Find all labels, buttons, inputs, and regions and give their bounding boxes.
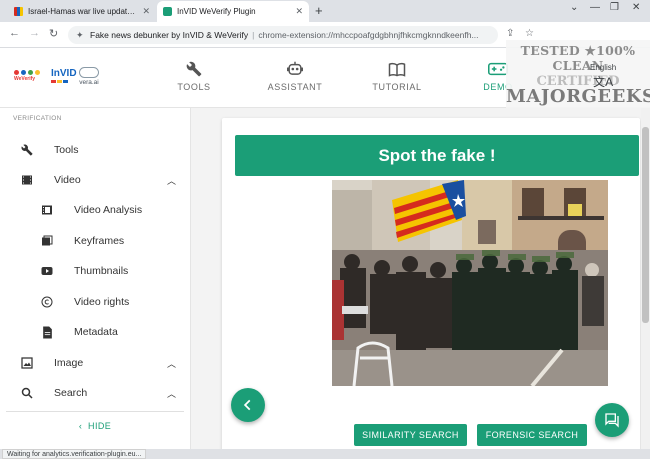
site-name: Fake news debunker by InVID & WeVerify <box>90 30 249 40</box>
tab-news[interactable]: Israel-Hamas war live updates: I ✕ <box>8 1 156 22</box>
vera-logo: vera.ai <box>78 67 100 86</box>
majorgeeks-watermark: TESTED ★100% CLEAN CERTIFIED MAJORGEEKS <box>506 40 650 118</box>
search-icon <box>20 386 34 400</box>
sidebar-item-video[interactable]: Video ︿ <box>0 167 190 193</box>
tab-invid[interactable]: InVID WeVerify Plugin ✕ <box>157 1 309 22</box>
close-tab-icon[interactable]: ✕ <box>295 6 303 17</box>
chevron-down-icon[interactable]: ⌄ <box>570 2 578 13</box>
book-icon <box>357 60 437 78</box>
sidebar-divider <box>6 411 184 412</box>
copyright-icon <box>40 295 54 309</box>
document-icon <box>40 325 54 339</box>
forensic-search-button[interactable]: FORENSIC SEARCH <box>477 424 587 446</box>
chevron-up-icon[interactable]: ︿ <box>167 387 176 400</box>
hide-sidebar-button[interactable]: ‹ HIDE <box>0 421 190 431</box>
restore-icon[interactable]: ❐ <box>610 2 619 13</box>
sidebar-item-video-analysis[interactable]: Video Analysis <box>0 197 190 223</box>
wrench-icon <box>154 60 234 78</box>
sidebar-item-thumbnails[interactable]: Thumbnails <box>0 258 190 284</box>
sidebar: VERIFICATION Tools Video ︿ Video Analysi… <box>0 108 191 449</box>
bookmark-star-icon[interactable]: ☆ <box>525 28 534 39</box>
sidebar-item-tools[interactable]: Tools <box>0 137 190 163</box>
translate-icon: 文A <box>593 75 614 89</box>
share-icon[interactable]: ⇪ <box>506 28 514 39</box>
close-tab-icon[interactable]: ✕ <box>142 6 150 17</box>
nav-tools[interactable]: TOOLS <box>154 60 234 92</box>
url-text: chrome-extension://mhccpoafgdgbhnjfhkcmg… <box>258 30 479 40</box>
chevron-up-icon[interactable]: ︿ <box>167 357 176 370</box>
sidebar-item-video-rights[interactable]: Video rights <box>0 289 190 315</box>
invid-logo: InVID <box>51 68 77 83</box>
wrench-icon <box>20 143 34 157</box>
sidebar-item-keyframes[interactable]: Keyframes <box>0 228 190 254</box>
new-tab-button[interactable]: + <box>315 3 323 18</box>
tab-title: Israel-Hamas war live updates: I <box>28 7 139 16</box>
language-label: English <box>590 63 617 72</box>
status-text: Waiting for analytics.verification-plugi… <box>2 449 147 459</box>
language-selector[interactable]: English 文A <box>590 63 616 90</box>
spot-the-fake-banner: Spot the fake ! <box>235 135 639 176</box>
invid-favicon-icon <box>163 7 172 16</box>
back-button[interactable] <box>231 388 265 422</box>
chat-button[interactable] <box>595 403 629 437</box>
film-icon <box>20 173 34 187</box>
sidebar-item-search[interactable]: Search ︿ <box>0 380 190 406</box>
close-window-icon[interactable]: ✕ <box>632 2 640 13</box>
sidebar-item-image[interactable]: Image ︿ <box>0 350 190 376</box>
sidebar-item-label: Video <box>54 174 81 186</box>
similarity-search-button[interactable]: SIMILARITY SEARCH <box>354 424 467 446</box>
sidebar-item-metadata[interactable]: Metadata <box>0 319 190 345</box>
frames-icon <box>40 234 54 248</box>
weverify-logo: WeVerify <box>14 70 42 82</box>
extension-icon: ✦ <box>76 30 84 40</box>
film-grid-icon <box>40 203 54 217</box>
sidebar-item-label: Tools <box>54 144 79 156</box>
sidebar-item-label: Thumbnails <box>74 265 129 277</box>
nav-assistant[interactable]: ASSISTANT <box>255 60 335 92</box>
tab-strip: Israel-Hamas war live updates: I ✕ InVID… <box>0 0 650 22</box>
sidebar-item-label: Metadata <box>74 326 118 338</box>
chevron-left-icon <box>243 399 251 411</box>
sidebar-heading: VERIFICATION <box>13 115 62 122</box>
chevron-left-icon: ‹ <box>78 421 89 431</box>
sidebar-item-label: Image <box>54 357 84 369</box>
sidebar-item-label: Search <box>54 387 88 399</box>
chat-icon <box>605 413 619 428</box>
minimize-icon[interactable]: — <box>590 2 600 13</box>
forward-icon[interactable]: → <box>29 27 40 39</box>
chevron-up-icon[interactable]: ︿ <box>167 174 176 187</box>
robot-icon <box>255 60 335 78</box>
demo-photo <box>332 180 608 386</box>
sidebar-item-label: Video rights <box>74 296 130 308</box>
scrollbar-thumb[interactable] <box>642 127 649 323</box>
tab-title: InVID WeVerify Plugin <box>177 7 256 16</box>
address-field[interactable]: ✦ Fake news debunker by InVID & WeVerify… <box>68 26 498 44</box>
youtube-icon <box>40 264 54 278</box>
back-icon[interactable]: ← <box>9 27 20 39</box>
sidebar-item-label: Keyframes <box>74 235 125 247</box>
news-favicon-icon <box>14 7 23 16</box>
nav-tutorial[interactable]: TUTORIAL <box>357 60 437 92</box>
sidebar-item-label: Video Analysis <box>74 204 143 216</box>
reload-icon[interactable]: ↻ <box>49 27 58 40</box>
image-icon <box>20 356 34 370</box>
